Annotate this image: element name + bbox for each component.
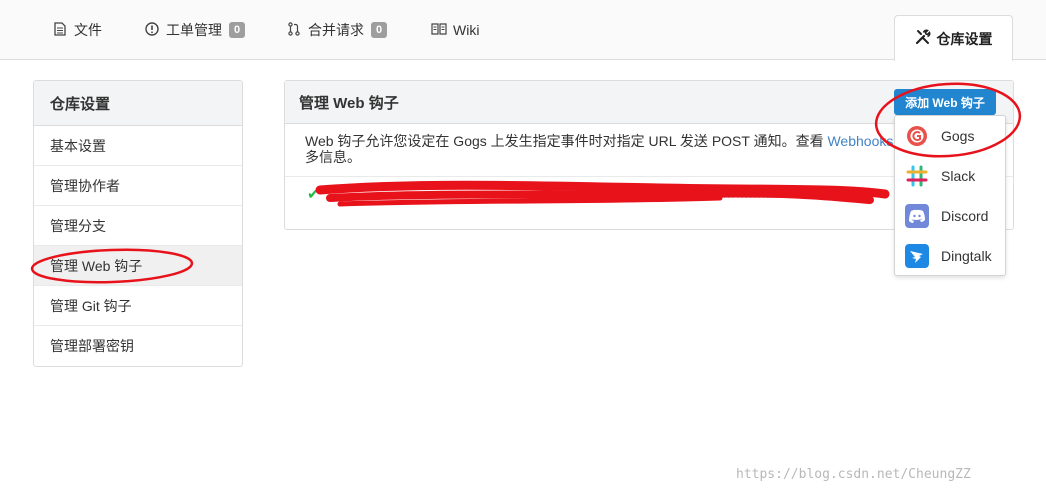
dropdown-item-gogs[interactable]: Gogs [895, 116, 1005, 156]
add-webhook-button[interactable]: 添加 Web 钩子 [894, 89, 996, 115]
file-icon [52, 21, 68, 39]
sidebar-item-basic-settings[interactable]: 基本设置 [34, 126, 242, 166]
tab-pull-requests-label: 合并请求 [308, 22, 364, 38]
dropdown-item-label: Gogs [941, 128, 975, 144]
gogs-icon [905, 124, 929, 148]
sidebar-item-deploy-keys[interactable]: 管理部署密钥 [34, 326, 242, 366]
pull-request-count-badge: 0 [371, 22, 388, 38]
issue-icon [144, 21, 160, 39]
tab-settings[interactable]: 仓库设置 [894, 15, 1013, 61]
tab-files[interactable]: 文件 [52, 0, 102, 60]
sidebar-item-collaborators[interactable]: 管理协作者 [34, 166, 242, 206]
dropdown-item-dingtalk[interactable]: Dingtalk [895, 236, 1005, 276]
webhooks-description: Web 钩子允许您设定在 Gogs 上发生指定事件时对指定 URL 发送 POS… [305, 133, 905, 165]
sidebar-item-label: 管理分支 [50, 217, 106, 234]
sidebar-item-label: 管理协作者 [50, 177, 120, 194]
tab-settings-label: 仓库设置 [936, 30, 993, 47]
book-icon [431, 22, 447, 38]
dropdown-item-label: Discord [941, 208, 989, 224]
sidebar-title: 仓库设置 [34, 81, 242, 126]
repo-tab-bar: 文件 工单管理 0 合并请求 0 Wiki 仓库设置 [0, 0, 1046, 61]
description-text: Web 钩子允许您设定在 Gogs 上发生指定事件时对指定 URL 发送 POS… [305, 133, 828, 149]
check-icon: ✔ [307, 186, 320, 203]
dropdown-item-slack[interactable]: Slack [895, 156, 1005, 196]
watermark: https://blog.csdn.net/CheungZZ [736, 467, 971, 482]
dropdown-item-discord[interactable]: Discord [895, 196, 1005, 236]
sidebar-item-label: 基本设置 [50, 137, 106, 154]
webhook-url-redacted[interactable]: ········································… [321, 187, 881, 210]
sidebar-item-git-hooks[interactable]: 管理 Git 钩子 [34, 286, 242, 326]
sidebar-item-label: 管理部署密钥 [50, 338, 134, 354]
tab-files-label: 文件 [74, 22, 102, 38]
tab-issues-label: 工单管理 [166, 22, 222, 38]
issue-count-badge: 0 [229, 22, 246, 38]
dropdown-item-label: Dingtalk [941, 248, 992, 264]
wrench-screwdriver-icon [915, 29, 931, 49]
svg-text:······························: ········································… [571, 189, 800, 204]
description-text-end: 多信息。 [305, 149, 361, 165]
sidebar-item-label: 管理 Git 钩子 [50, 297, 132, 314]
slack-icon [905, 164, 929, 188]
tab-wiki-label: Wiki [453, 22, 480, 38]
settings-sidebar: 仓库设置 基本设置 管理协作者 管理分支 管理 Web 钩子 管理 Git 钩子… [33, 80, 243, 367]
sidebar-item-webhooks[interactable]: 管理 Web 钩子 [34, 246, 242, 286]
webhooks-doc-link[interactable]: Webhooks [827, 133, 893, 149]
discord-icon [905, 204, 929, 228]
pull-request-icon [286, 21, 302, 39]
webhook-type-dropdown: Gogs Slack Discord Dingtalk [894, 115, 1006, 276]
tab-issues[interactable]: 工单管理 0 [144, 0, 246, 60]
dropdown-item-label: Slack [941, 168, 976, 184]
sidebar-item-label: 管理 Web 钩子 [50, 257, 143, 274]
dingtalk-icon [905, 244, 929, 268]
sidebar-item-branches[interactable]: 管理分支 [34, 206, 242, 246]
tab-pull-requests[interactable]: 合并请求 0 [286, 0, 388, 60]
tab-wiki[interactable]: Wiki [431, 0, 479, 60]
